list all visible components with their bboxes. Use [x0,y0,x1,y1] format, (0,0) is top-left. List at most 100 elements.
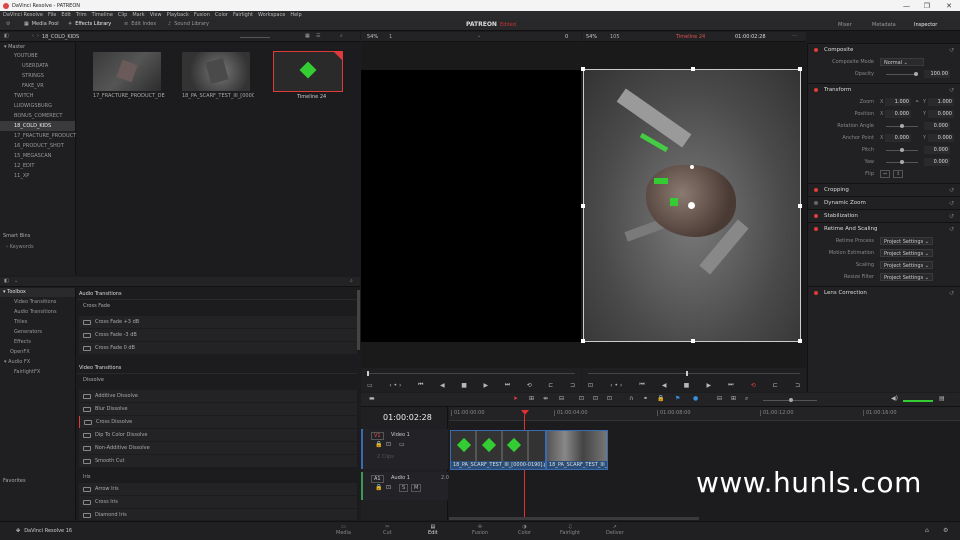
toolbox-root[interactable]: ▾ Toolbox [0,288,75,297]
effect-item[interactable]: Additive Dissolve [79,390,357,402]
mute-button[interactable]: M [411,484,422,492]
menu-item[interactable]: View [150,12,162,18]
toolbox-audiofx[interactable]: ▾ Audio FX [0,357,75,367]
flip-horizontal-icon[interactable]: ⇔ [880,170,891,178]
menu-item[interactable]: Fusion [194,12,210,18]
transform-handle[interactable] [691,339,695,343]
search-icon[interactable]: ⌕ [340,33,343,39]
zoom-x-value[interactable]: 1.000 [885,98,911,106]
cropping-enable-icon[interactable] [814,188,818,192]
transform-handle[interactable] [691,67,695,71]
effect-item[interactable]: Cross Iris [79,496,357,508]
page-color[interactable]: ◑ Color [518,524,531,536]
toolbox-item[interactable]: Audio Transitions [0,307,75,317]
dynamic-trim-icon[interactable]: ⇹ [543,395,548,402]
menu-item[interactable]: Fairlight [233,12,253,18]
reset-icon[interactable]: ↺ [949,47,954,54]
maximize-button[interactable]: ❐ [924,2,930,10]
opacity-slider[interactable] [886,71,918,76]
effect-item[interactable]: Cross Dissolve [79,416,357,428]
play-reverse-icon[interactable]: ◀ [440,382,445,389]
retime-section[interactable]: Retime And Scaling ↺ [808,222,960,235]
timeline-view-options-icon[interactable]: ▬ [369,395,375,402]
effect-item[interactable]: Arrow Iris [79,483,357,495]
retime-process-select[interactable]: Project Settings ⌄ [880,237,933,245]
stabilization-section[interactable]: Stabilization ↺ [808,209,960,222]
playhead-marker[interactable] [521,410,529,415]
blade-tool-icon[interactable]: ⊟ [559,395,564,402]
stabilization-enable-icon[interactable] [814,214,818,218]
close-button[interactable]: ✕ [946,2,952,10]
effect-item[interactable]: Non-Additive Dissolve [79,442,357,454]
minimize-button[interactable]: — [903,2,910,10]
toolbox-item[interactable]: Video Transitions [0,297,75,307]
home-icon[interactable]: ⌂ [925,527,929,534]
timeline-name[interactable]: Timeline 24 [676,34,705,40]
opacity-value[interactable]: 100.00 [924,70,950,78]
track-visibility-icon[interactable]: ▭ [399,441,405,448]
bin-item[interactable]: LUDWIGSBURG [0,101,75,111]
bin-item[interactable]: YOUTUBE [0,51,75,61]
bin-item[interactable]: 12_EDIT [0,161,75,171]
position-y-value[interactable]: 0.000 [928,110,954,118]
zoom-y-value[interactable]: 1.000 [928,98,954,106]
bin-master[interactable]: ▾ Master [0,43,75,51]
bin-list-toggle-icon[interactable]: ◧ [4,33,9,39]
volume-icon[interactable]: ◀) [891,395,898,402]
bin-item[interactable]: STRINGS [0,71,75,81]
lock-track-icon[interactable]: 🔒 [375,484,382,491]
pitch-value[interactable]: 0.000 [924,146,950,154]
page-edit[interactable]: ▤ Edit [428,524,438,536]
linked-selection-icon[interactable]: ⚭ [643,395,648,402]
menu-item[interactable]: Clip [118,12,127,18]
nav-back-icon[interactable]: ‹ [32,33,34,39]
menu-item[interactable]: Color [215,12,228,18]
menu-item[interactable]: Edit [61,12,71,18]
flag-icon[interactable]: ⚑ [675,395,680,402]
transform-enable-icon[interactable] [814,88,818,92]
view-options-icon[interactable]: ▭ [367,382,373,389]
media-pool-button[interactable]: ▦ Media Pool [24,21,59,27]
volume-slider[interactable] [903,400,933,402]
viewer-options-icon[interactable]: ⋯ [792,33,797,39]
bin-item[interactable]: 11_XP [0,171,75,181]
mark-in-icon[interactable]: ⊏ [548,382,553,389]
video-clip-2[interactable]: 18_PA_SCARF_TEST_III_[000... [546,430,608,470]
grid-view-icon[interactable]: ▦ [305,33,310,39]
audio-meter-icon[interactable]: ▤ [939,395,945,402]
reset-icon[interactable]: ↺ [949,290,954,297]
pitch-slider[interactable] [886,147,918,152]
toolbox-item[interactable]: Effects [0,337,75,347]
custom-zoom-icon[interactable]: ⌕ [745,395,748,403]
lens-correction-section[interactable]: Lens Correction ↺ [808,286,960,299]
transform-handle[interactable] [798,204,802,208]
mark-out-icon[interactable]: ⊐ [795,382,800,389]
page-cut[interactable]: ✂ Cut [383,524,392,536]
full-extent-zoom-icon[interactable]: ⊟ [717,395,722,402]
reset-icon[interactable]: ↺ [949,200,954,207]
auto-select-icon[interactable]: ⊡ [386,484,391,491]
snapping-icon[interactable]: ∩ [629,395,633,402]
transform-center-handle[interactable] [688,202,695,209]
effect-item[interactable]: Cross Fade 0 dB [79,342,357,354]
page-deliver[interactable]: ➚ Deliver [606,524,624,536]
bin-item[interactable]: TWITCH [0,91,75,101]
flip-vertical-icon[interactable]: ⇕ [893,170,904,178]
dynamic-zoom-section[interactable]: Dynamic Zoom ↺ [808,196,960,209]
skip-start-icon[interactable]: ⏮ [639,381,644,389]
rotation-value[interactable]: 0.000 [924,122,950,130]
timeline-zoom-slider[interactable] [763,398,817,402]
reset-icon[interactable]: ↺ [949,187,954,194]
effect-item[interactable]: Diamond Iris [79,509,357,520]
yaw-slider[interactable] [886,159,918,164]
position-lock-icon[interactable]: 🔒 [657,395,664,402]
toolbox-openfx[interactable]: OpenFX [0,347,75,357]
menu-item[interactable]: Timeline [92,12,113,18]
reset-icon[interactable]: ↺ [949,87,954,94]
effect-item[interactable]: Smooth Cut [79,455,357,467]
effects-scrollbar[interactable] [357,290,360,350]
reset-icon[interactable]: ↺ [949,226,954,233]
video-clip-1[interactable]: 18_PA_SCARF_TEST_III_[0000-0190].png [450,430,546,470]
detail-zoom-icon[interactable]: ⊞ [731,395,736,402]
source-dropdown-icon[interactable]: ⌄ [477,33,481,39]
